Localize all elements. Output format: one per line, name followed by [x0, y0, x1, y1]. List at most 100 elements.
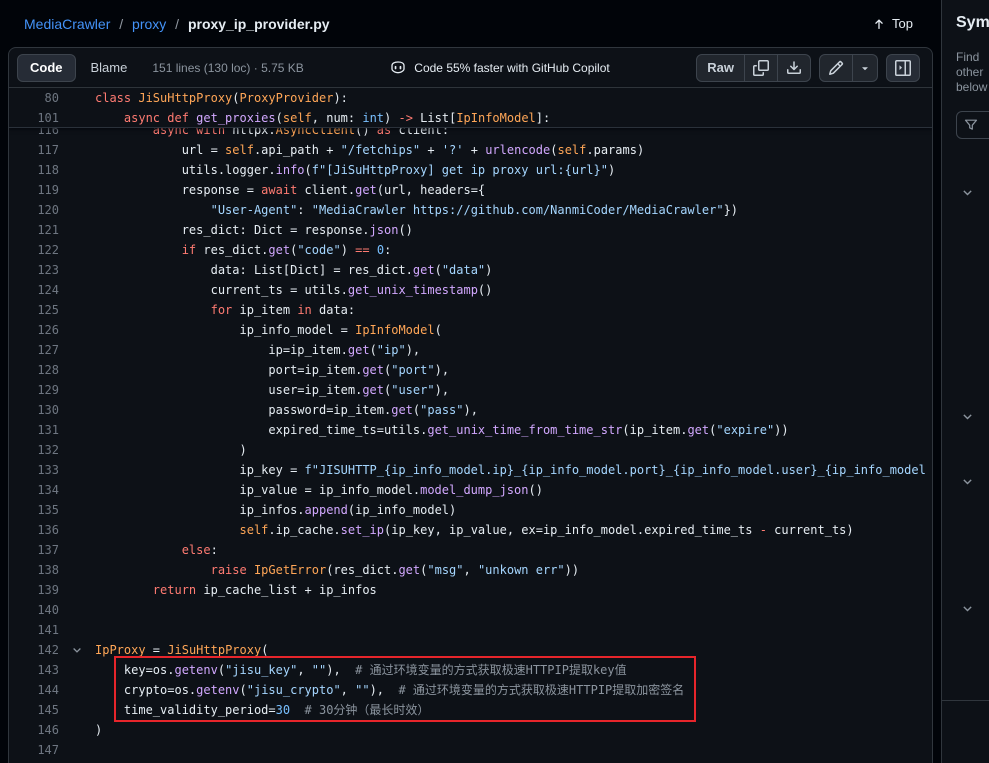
line-number[interactable]: 124: [9, 280, 59, 300]
chevron-down-icon[interactable]: [961, 186, 974, 199]
line-number[interactable]: 138: [9, 560, 59, 580]
line-number[interactable]: 140: [9, 600, 59, 620]
file-toolbar: Code Blame 151 lines (130 loc) · 5.75 KB…: [9, 48, 932, 88]
code-line: url = self.api_path + "/fetchips" + '?' …: [95, 140, 932, 160]
line-gutter: [59, 240, 95, 260]
chevron-down-icon[interactable]: [961, 602, 974, 615]
line-gutter: [59, 720, 95, 740]
breadcrumb-file-name: proxy_ip_provider.py: [188, 16, 330, 32]
line-number[interactable]: 135: [9, 500, 59, 520]
code-line: for ip_item in data:: [95, 300, 932, 320]
code-row: 139 return ip_cache_list + ip_infos: [9, 580, 932, 600]
copilot-banner[interactable]: Code 55% faster with GitHub Copilot: [390, 60, 609, 76]
line-number[interactable]: 129: [9, 380, 59, 400]
download-raw-button[interactable]: [778, 54, 811, 82]
line-number[interactable]: 101: [9, 108, 59, 128]
code-line: ip=ip_item.get("ip"),: [95, 340, 932, 360]
copy-raw-button[interactable]: [745, 54, 778, 82]
line-gutter: [59, 140, 95, 160]
line-number[interactable]: 130: [9, 400, 59, 420]
line-gutter: [59, 200, 95, 220]
code-lines: 117 url = self.api_path + "/fetchips" + …: [9, 140, 932, 760]
filter-symbols-input[interactable]: [956, 111, 989, 139]
code-line: time_validity_period=30 # 30分钟（最长时效）: [95, 700, 932, 720]
line-number[interactable]: 146: [9, 720, 59, 740]
line-number[interactable]: 127: [9, 340, 59, 360]
code-row: 140: [9, 600, 932, 620]
line-number[interactable]: 119: [9, 180, 59, 200]
code-row: 132 ): [9, 440, 932, 460]
edit-dropdown-button[interactable]: [853, 54, 878, 82]
code-row: 134 ip_value = ip_info_model.model_dump_…: [9, 480, 932, 500]
scroll-to-top-button[interactable]: Top: [864, 12, 921, 35]
line-gutter: [59, 108, 95, 128]
line-gutter: [59, 520, 95, 540]
code-area: 80class JiSuHttpProxy(ProxyProvider):101…: [9, 88, 932, 760]
download-icon: [786, 60, 802, 76]
line-gutter: [59, 680, 95, 700]
line-number[interactable]: 80: [9, 88, 59, 108]
collapse-chevron-icon[interactable]: [71, 644, 83, 656]
line-number[interactable]: 144: [9, 680, 59, 700]
line-gutter: [59, 360, 95, 380]
line-number[interactable]: 137: [9, 540, 59, 560]
tab-code[interactable]: Code: [17, 54, 76, 82]
breadcrumb-repo-link[interactable]: MediaCrawler: [24, 16, 110, 32]
line-gutter: [59, 500, 95, 520]
tab-blame[interactable]: Blame: [78, 54, 141, 82]
symbols-panel: Symbols Find other below: [941, 0, 989, 763]
code-line: [95, 740, 932, 760]
line-gutter: [59, 280, 95, 300]
code-line: crypto=os.getenv("jisu_crypto", ""), # 通…: [95, 680, 932, 700]
line-gutter: [59, 128, 95, 140]
line-gutter: [59, 700, 95, 720]
line-number[interactable]: 145: [9, 700, 59, 720]
chevron-down-icon[interactable]: [961, 475, 974, 488]
line-number[interactable]: 133: [9, 460, 59, 480]
line-number[interactable]: 139: [9, 580, 59, 600]
line-number[interactable]: 131: [9, 420, 59, 440]
line-number[interactable]: 122: [9, 240, 59, 260]
line-number[interactable]: 143: [9, 660, 59, 680]
code-blame-tabs: Code Blame: [17, 54, 140, 82]
line-gutter: [59, 580, 95, 600]
line-number[interactable]: 121: [9, 220, 59, 240]
line-number[interactable]: 141: [9, 620, 59, 640]
code-row: 118 utils.logger.info(f"[JiSuHttpProxy] …: [9, 160, 932, 180]
line-number[interactable]: 147: [9, 740, 59, 760]
symbols-panel-toggle-button[interactable]: [886, 54, 920, 82]
raw-button-group: Raw: [696, 54, 811, 82]
line-number[interactable]: 123: [9, 260, 59, 280]
breadcrumb-folder-link[interactable]: proxy: [132, 16, 166, 32]
symbols-description-line: Find: [956, 50, 989, 65]
raw-button[interactable]: Raw: [696, 54, 745, 82]
code-line: return ip_cache_list + ip_infos: [95, 580, 932, 600]
code-row: 146): [9, 720, 932, 740]
line-gutter: [59, 600, 95, 620]
filter-funnel-icon: [964, 118, 978, 132]
line-number[interactable]: 132: [9, 440, 59, 460]
code-row: 122 if res_dict.get("code") == 0:: [9, 240, 932, 260]
line-number[interactable]: 136: [9, 520, 59, 540]
code-row: 80class JiSuHttpProxy(ProxyProvider):: [9, 88, 932, 108]
sticky-code-lines: 80class JiSuHttpProxy(ProxyProvider):101…: [9, 88, 932, 128]
line-number[interactable]: 126: [9, 320, 59, 340]
code-row: 121 res_dict: Dict = response.json(): [9, 220, 932, 240]
line-gutter: [59, 480, 95, 500]
copilot-banner-text: Code 55% faster with GitHub Copilot: [414, 61, 609, 75]
code-line: "User-Agent": "MediaCrawler https://gith…: [95, 200, 932, 220]
line-number[interactable]: 117: [9, 140, 59, 160]
code-line: if res_dict.get("code") == 0:: [95, 240, 932, 260]
line-number[interactable]: 128: [9, 360, 59, 380]
line-number[interactable]: 120: [9, 200, 59, 220]
line-number[interactable]: 134: [9, 480, 59, 500]
line-gutter: [59, 320, 95, 340]
code-line: response = await client.get(url, headers…: [95, 180, 932, 200]
line-number[interactable]: 116: [9, 128, 59, 140]
chevron-down-icon[interactable]: [961, 410, 974, 423]
code-row: 117 url = self.api_path + "/fetchips" + …: [9, 140, 932, 160]
line-number[interactable]: 142: [9, 640, 59, 660]
line-number[interactable]: 125: [9, 300, 59, 320]
line-number[interactable]: 118: [9, 160, 59, 180]
edit-button[interactable]: [819, 54, 853, 82]
